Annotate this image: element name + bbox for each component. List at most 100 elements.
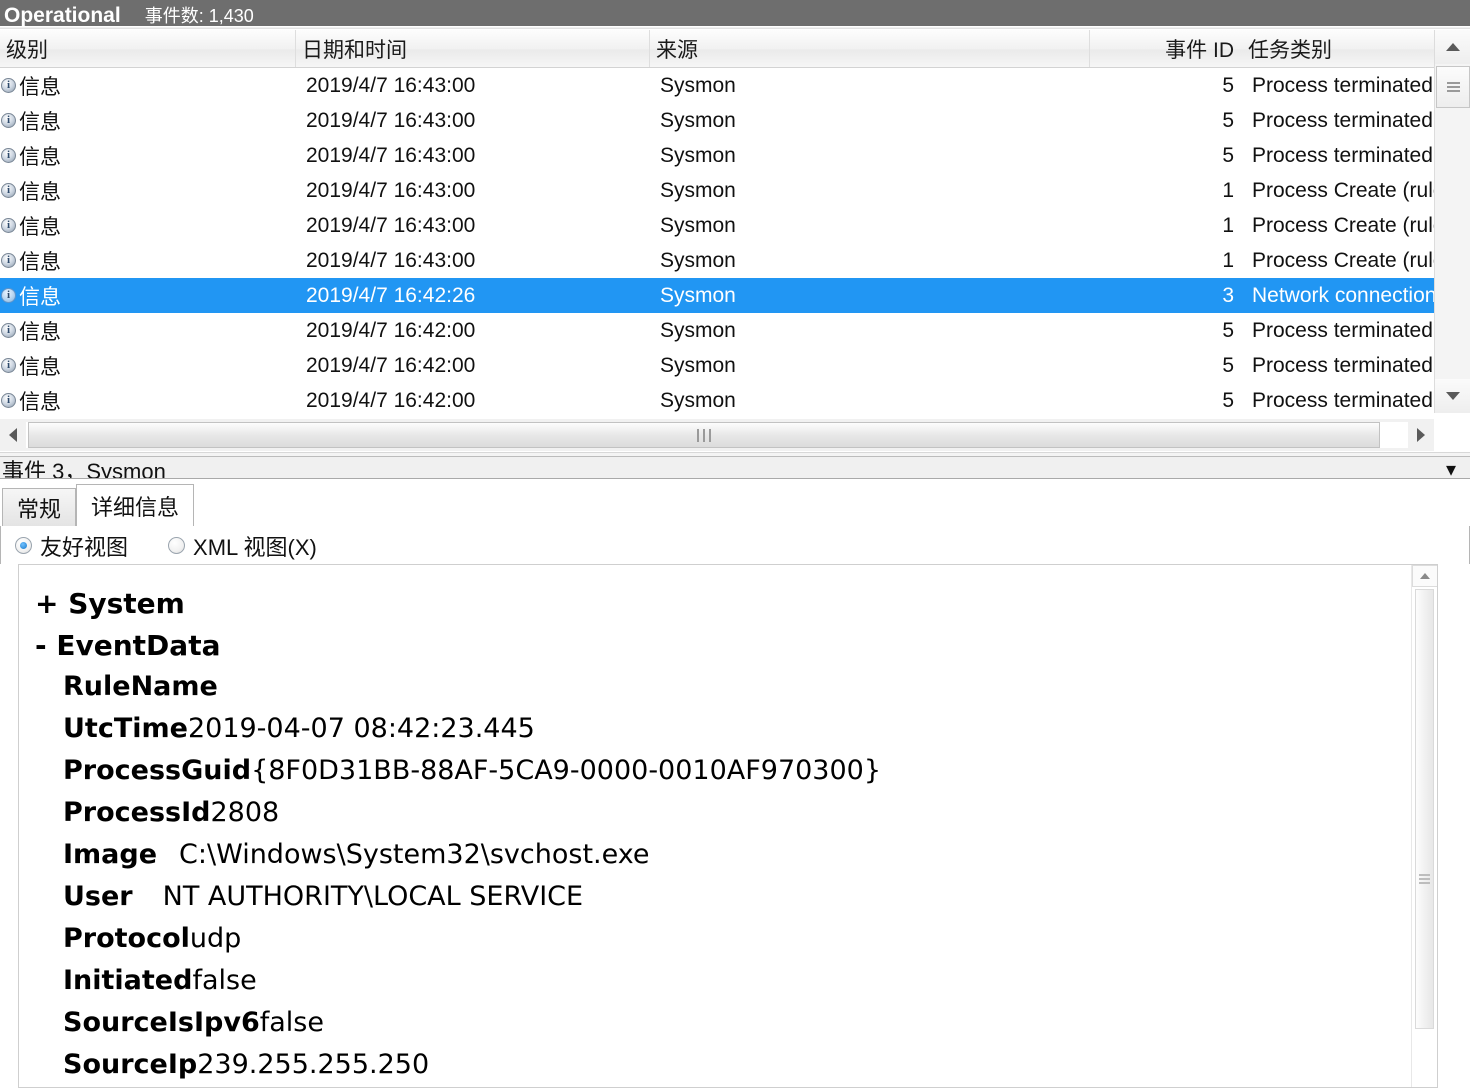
detail-field: Initiated false: [35, 965, 1409, 1007]
event-row[interactable]: i 信息 2019/4/7 16:43:00 Sysmon 5 Process termi…: [0, 103, 1434, 138]
tab-details[interactable]: 详细信息: [76, 484, 195, 526]
column-header-task-category[interactable]: 任务类别: [1242, 30, 1434, 67]
detail-scroll-up-button[interactable]: [1412, 565, 1437, 587]
detail-field: SourceIp 239.255.255.250: [35, 1049, 1409, 1087]
scroll-down-button[interactable]: [1435, 379, 1470, 413]
cell-source: Sysmon: [660, 108, 736, 132]
cell-level: i 信息: [0, 348, 296, 383]
detail-field: ProcessGuid {8F0D31BB-88AF-5CA9-0000-0010…: [35, 755, 1409, 797]
event-row[interactable]: i 信息 2019/4/7 16:42:00 Sysmon 5 Process termi…: [0, 348, 1434, 383]
cell-source: Sysmon: [660, 353, 736, 377]
detail-field-key: User: [63, 881, 133, 912]
information-icon: i: [1, 113, 16, 128]
radio-friendly-view-label: 友好视图: [40, 535, 129, 560]
information-icon: i: [1, 78, 16, 93]
cell-event-id: 5: [1222, 353, 1234, 377]
cell-datetime: 2019/4/7 16:42:00: [306, 353, 476, 377]
view-mode-options: 友好视图 XML 视图(X): [0, 526, 1470, 564]
column-header-source[interactable]: 来源: [650, 30, 1090, 67]
event-row[interactable]: i 信息 2019/4/7 16:43:00 Sysmon 1 Process Creat…: [0, 173, 1434, 208]
detail-scrollbar-thumb[interactable]: [1415, 589, 1434, 1029]
event-row[interactable]: i 信息 2019/4/7 16:42:26 Sysmon 3 Network conne…: [0, 278, 1434, 313]
detail-pane-title: 事件 3，Sysmon: [2, 458, 166, 479]
detail-node-eventdata[interactable]: - EventData: [35, 629, 1409, 671]
detail-vertical-scrollbar[interactable]: [1411, 565, 1437, 1087]
cell-level-text: 信息: [19, 180, 61, 204]
detail-content: + System - EventData RuleName UtcTime 2019-0…: [19, 565, 1409, 1087]
detail-field-value: false: [192, 965, 257, 996]
detail-field-key: RuleName: [63, 671, 218, 702]
event-list-body[interactable]: i 信息 2019/4/7 16:43:00 Sysmon 5 Process termi…: [0, 68, 1434, 413]
log-name: Operational: [4, 4, 121, 26]
event-row[interactable]: i 信息 2019/4/7 16:42:00 Sysmon 5 Process termi…: [0, 383, 1434, 413]
cell-level-text: 信息: [19, 110, 61, 134]
event-row[interactable]: i 信息 2019/4/7 16:42:00 Sysmon 5 Process termi…: [0, 313, 1434, 348]
cell-task-category: Network connection..: [1252, 283, 1434, 307]
cell-source: Sysmon: [660, 283, 736, 307]
event-count: 事件数: 1,430: [144, 6, 254, 26]
cell-level-text: 信息: [19, 145, 61, 169]
radio-friendly-view[interactable]: 友好视图: [15, 531, 128, 559]
event-list-header: 级别 日期和时间 来源 事件 ID 任务类别: [0, 30, 1434, 68]
grip-icon: [1446, 80, 1460, 94]
scrollbar-thumb[interactable]: [1436, 66, 1470, 108]
detail-field-value: 239.255.255.250: [197, 1049, 430, 1080]
information-icon: i: [1, 323, 16, 338]
hscrollbar-track[interactable]: [26, 422, 1408, 448]
column-header-event-id[interactable]: 事件 ID: [1090, 30, 1242, 67]
cell-task-category: Process Create (rule:..: [1252, 248, 1434, 272]
event-row[interactable]: i 信息 2019/4/7 16:43:00 Sysmon 5 Process termi…: [0, 68, 1434, 103]
column-header-level[interactable]: 级别: [0, 30, 296, 67]
cell-level: i 信息: [0, 208, 296, 243]
detail-field: RuleName: [35, 671, 1409, 713]
cell-level-text: 信息: [19, 285, 61, 309]
arrow-left-icon: [9, 428, 17, 442]
cell-event-id: 5: [1222, 108, 1234, 132]
information-icon: i: [1, 288, 16, 303]
detail-field-key: SourceIsIpv6: [63, 1007, 260, 1038]
event-row[interactable]: i 信息 2019/4/7 16:43:00 Sysmon 1 Process Creat…: [0, 208, 1434, 243]
cell-source: Sysmon: [660, 388, 736, 412]
cell-level: i 信息: [0, 138, 296, 173]
cell-level: i 信息: [0, 383, 296, 413]
tab-general[interactable]: 常规: [2, 488, 77, 526]
detail-node-system[interactable]: + System: [35, 587, 1409, 629]
cell-level: i 信息: [0, 313, 296, 348]
scroll-left-button[interactable]: [0, 419, 26, 451]
detail-content-box[interactable]: + System - EventData RuleName UtcTime 2019-0…: [18, 564, 1438, 1088]
detail-field-value: NT AUTHORITY\LOCAL SERVICE: [162, 881, 584, 912]
detail-node-label: + System: [35, 587, 185, 620]
scroll-up-button[interactable]: [1435, 30, 1470, 64]
cell-task-category: Process terminated (..: [1252, 388, 1434, 412]
radio-xml-view[interactable]: XML 视图(X): [168, 531, 317, 559]
event-list-horizontal-scrollbar[interactable]: [0, 419, 1434, 451]
detail-tabs: 常规 详细信息: [0, 484, 1470, 526]
cell-level: i 信息: [0, 278, 296, 313]
event-row[interactable]: i 信息 2019/4/7 16:43:00 Sysmon 1 Process Creat…: [0, 243, 1434, 278]
cell-source: Sysmon: [660, 73, 736, 97]
scroll-right-button[interactable]: [1408, 419, 1434, 451]
cell-datetime: 2019/4/7 16:42:00: [306, 388, 476, 412]
column-header-datetime[interactable]: 日期和时间: [296, 30, 650, 67]
event-list-vertical-scrollbar[interactable]: [1434, 30, 1470, 413]
cell-datetime: 2019/4/7 16:43:00: [306, 213, 476, 237]
cell-task-category: Process terminated (..: [1252, 143, 1434, 167]
event-row[interactable]: i 信息 2019/4/7 16:43:00 Sysmon 5 Process termi…: [0, 138, 1434, 173]
arrow-up-icon: [1446, 43, 1460, 51]
cell-datetime: 2019/4/7 16:42:26: [306, 283, 476, 307]
cell-event-id: 1: [1222, 178, 1234, 202]
cell-level: i 信息: [0, 68, 296, 103]
detail-field-value: 2019-04-07 08:42:23.445: [187, 713, 535, 744]
hscrollbar-thumb[interactable]: [28, 422, 1380, 448]
chevron-down-icon[interactable]: ▾: [1446, 459, 1456, 479]
cell-level-text: 信息: [19, 75, 61, 99]
information-icon: i: [1, 183, 16, 198]
cell-level: i 信息: [0, 103, 296, 138]
detail-field-value: udp: [189, 923, 242, 954]
cell-source: Sysmon: [660, 318, 736, 342]
scrollbar-track[interactable]: [1435, 64, 1470, 379]
cell-level-text: 信息: [19, 215, 61, 239]
cell-event-id: 3: [1222, 283, 1234, 307]
cell-event-id: 5: [1222, 73, 1234, 97]
detail-field-value: C:\Windows\System32\svchost.exe: [179, 839, 650, 870]
